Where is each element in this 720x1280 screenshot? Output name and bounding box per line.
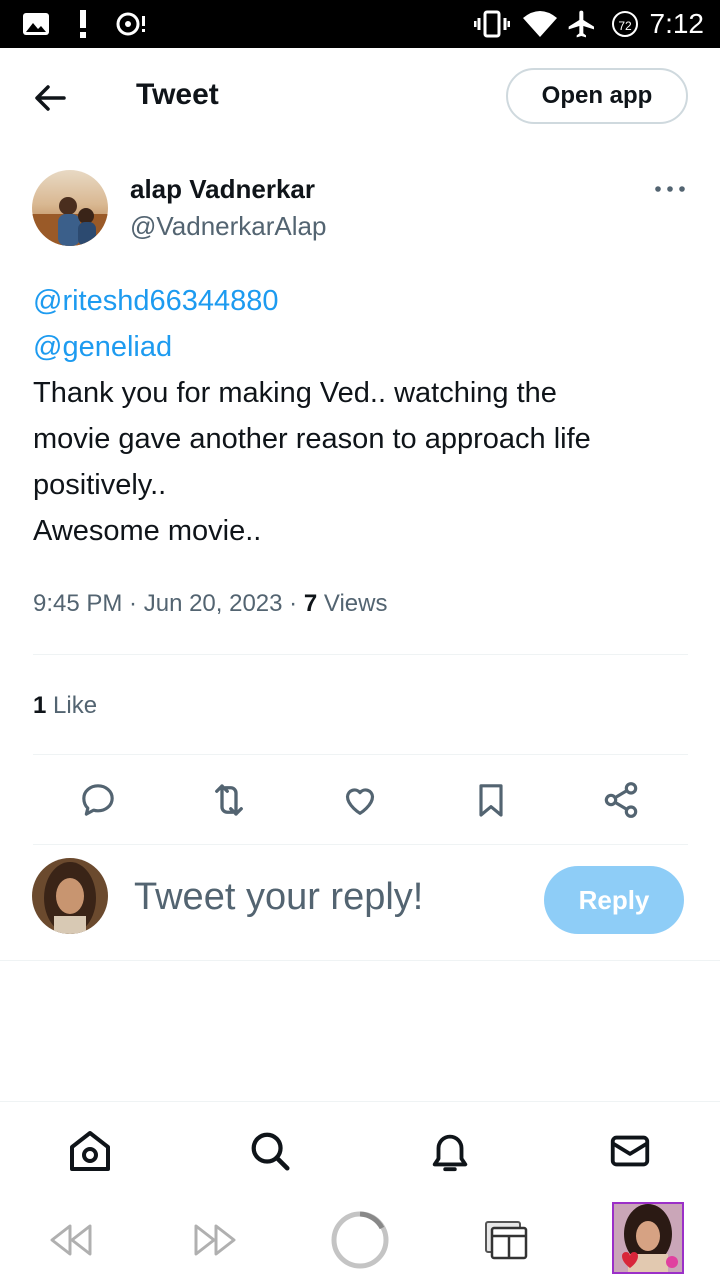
messages-icon xyxy=(610,1135,650,1167)
like-button[interactable] xyxy=(335,775,385,825)
profile-thumbnail[interactable] xyxy=(612,1202,684,1274)
search-icon xyxy=(251,1132,290,1171)
rewind-icon xyxy=(50,1224,92,1256)
like-icon xyxy=(345,788,375,815)
airplane-icon xyxy=(568,10,594,38)
page-title: Tweet xyxy=(136,78,219,111)
bookmark-button[interactable] xyxy=(466,775,516,825)
tweet-date[interactable]: Jun 20, 2023 xyxy=(144,590,283,617)
views-count: 7 xyxy=(303,590,318,617)
reply-submit-button[interactable]: Reply xyxy=(544,866,684,934)
likes-count: 1 xyxy=(33,692,47,719)
notifications-icon xyxy=(432,1134,468,1172)
alert-icon xyxy=(80,10,86,38)
rewind-button[interactable] xyxy=(40,1210,100,1270)
tweet-text-line: Awesome movie.. xyxy=(33,515,262,547)
divider xyxy=(33,754,688,755)
reply-icon xyxy=(82,784,114,816)
status-time: 7:12 xyxy=(649,8,705,39)
retweet-icon xyxy=(215,784,243,816)
back-button[interactable] xyxy=(28,76,72,120)
share-button[interactable] xyxy=(596,775,646,825)
reply-input[interactable]: Tweet your reply! xyxy=(134,876,423,919)
open-app-button[interactable]: Open app xyxy=(506,68,688,124)
divider xyxy=(33,654,688,655)
reply-button[interactable] xyxy=(73,775,123,825)
author-handle[interactable]: @VadnerkarAlap xyxy=(130,211,326,242)
likes-label: Like xyxy=(53,692,98,719)
media-icon xyxy=(116,12,145,36)
tabs-button[interactable] xyxy=(476,1210,536,1270)
vibrate-icon xyxy=(474,10,510,38)
likes-link[interactable]: 1 Like xyxy=(33,692,97,720)
bottom-nav-divider xyxy=(0,1101,720,1102)
tweet-text-line: movie gave another reason to approach li… xyxy=(33,423,591,455)
fast-forward-icon xyxy=(194,1224,236,1256)
tabs-icon xyxy=(485,1221,528,1260)
bookmark-icon xyxy=(479,784,503,817)
nav-home[interactable] xyxy=(60,1121,120,1181)
reload-icon xyxy=(331,1211,389,1269)
author-name[interactable]: alap Vadnerkar xyxy=(130,174,315,205)
tweet-time[interactable]: 9:45 PM xyxy=(33,590,122,617)
mention-link[interactable]: @geneliad xyxy=(33,331,172,364)
mention-link[interactable]: @riteshd66344880 xyxy=(33,285,279,318)
tweet-text-line: Thank you for making Ved.. watching the xyxy=(33,377,557,409)
home-icon xyxy=(70,1131,110,1171)
more-options-icon xyxy=(655,186,685,192)
wifi-icon xyxy=(523,11,557,37)
retweet-button[interactable] xyxy=(204,775,254,825)
more-options-button[interactable] xyxy=(652,174,688,204)
divider xyxy=(33,844,688,845)
battery-indicator: 72 xyxy=(612,11,638,37)
nav-messages[interactable] xyxy=(600,1121,660,1181)
share-icon xyxy=(604,782,638,818)
nav-search[interactable] xyxy=(240,1121,300,1181)
back-arrow-icon xyxy=(35,85,66,111)
nav-notifications[interactable] xyxy=(420,1121,480,1181)
tweet-metadata: 9:45 PM · Jun 20, 2023 · 7 Views xyxy=(33,590,388,617)
gallery-icon xyxy=(23,13,49,35)
author-avatar[interactable] xyxy=(32,170,108,246)
divider xyxy=(0,960,720,961)
user-avatar[interactable] xyxy=(32,858,108,934)
tweet-text-line: positively.. xyxy=(33,469,167,501)
views-label: Views xyxy=(323,590,388,617)
status-bar: 72 7:12 xyxy=(0,0,720,48)
reload-button[interactable] xyxy=(330,1210,390,1270)
fast-forward-button[interactable] xyxy=(186,1210,246,1270)
